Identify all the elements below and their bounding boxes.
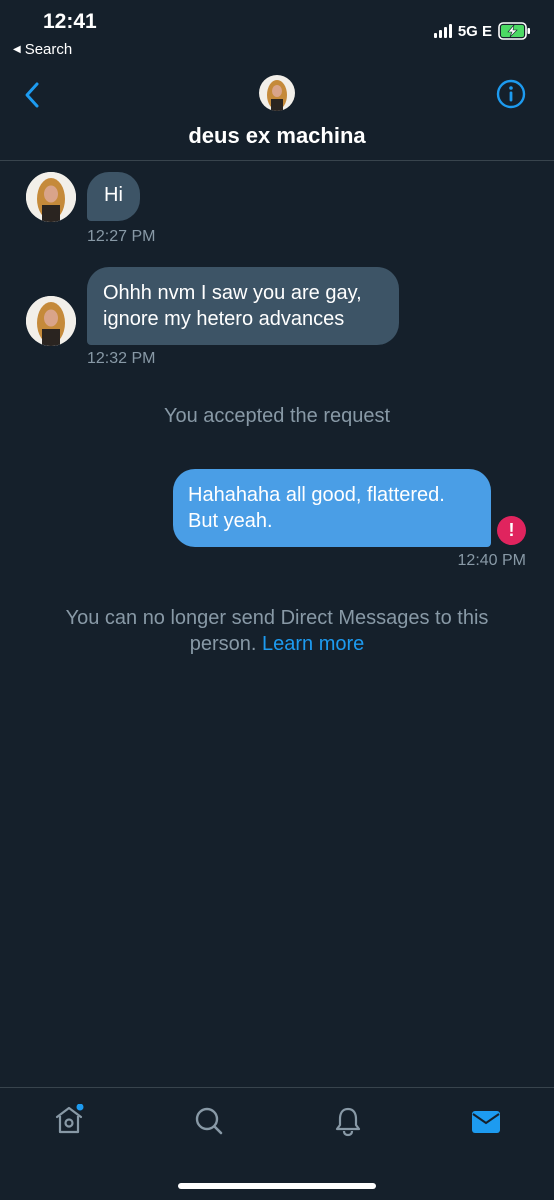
message-text: Hi <box>104 184 123 206</box>
message-text-line: Hahahaha all good, flattered. <box>188 484 445 506</box>
sender-avatar[interactable] <box>26 172 76 222</box>
status-time: 12:41 <box>43 10 97 33</box>
back-button[interactable] <box>18 80 48 110</box>
message-timestamp: 12:27 PM <box>87 228 156 245</box>
request-accepted-notice: You accepted the request <box>163 405 391 427</box>
dm-restricted-line2: person. Learn more <box>0 631 554 657</box>
sender-avatar[interactable] <box>26 296 76 346</box>
profile-photo-icon <box>259 75 295 111</box>
message-text-line: ignore my hetero advances <box>103 308 345 330</box>
header-avatar[interactable] <box>259 75 295 111</box>
incoming-message-bubble[interactable]: Hi <box>87 172 140 221</box>
cellular-signal-icon <box>433 24 452 38</box>
status-back-to-app[interactable]: ◀ Search <box>13 41 72 58</box>
nav-divider <box>0 1087 554 1088</box>
dm-restricted-line2-text: person. <box>189 633 257 655</box>
home-indicator[interactable] <box>178 1183 376 1189</box>
send-failed-icon[interactable]: ! <box>497 516 526 545</box>
bell-icon[interactable] <box>332 1105 364 1137</box>
outgoing-message-bubble[interactable]: Hahahaha all good, flattered. But yeah. <box>173 469 491 547</box>
status-indicators: 5G E <box>433 22 532 40</box>
learn-more-link[interactable]: Learn more <box>262 633 364 655</box>
header-divider <box>0 160 554 161</box>
profile-photo-icon <box>26 296 76 346</box>
network-type: 5G E <box>457 22 492 40</box>
back-triangle-icon: ◀ <box>13 44 21 55</box>
message-text-line: But yeah. <box>188 510 273 532</box>
battery-charging-icon <box>498 22 530 40</box>
incoming-message-bubble[interactable]: Ohhh nvm I saw you are gay, ignore my he… <box>87 267 399 345</box>
info-button[interactable] <box>496 79 526 109</box>
home-icon[interactable] <box>53 1104 85 1136</box>
message-timestamp: 12:32 PM <box>87 350 156 367</box>
search-icon[interactable] <box>193 1105 225 1137</box>
profile-photo-icon <box>26 172 76 222</box>
status-back-label: Search <box>24 41 73 58</box>
message-text-line: Ohhh nvm I saw you are gay, <box>103 282 362 304</box>
mail-icon[interactable] <box>470 1106 502 1138</box>
dm-restricted-line1: You can no longer send Direct Messages t… <box>65 607 489 629</box>
message-timestamp: 12:40 PM <box>457 552 526 569</box>
contact-name: deus ex machina <box>188 123 366 148</box>
dm-restricted-notice: You can no longer send Direct Messages t… <box>0 605 554 657</box>
